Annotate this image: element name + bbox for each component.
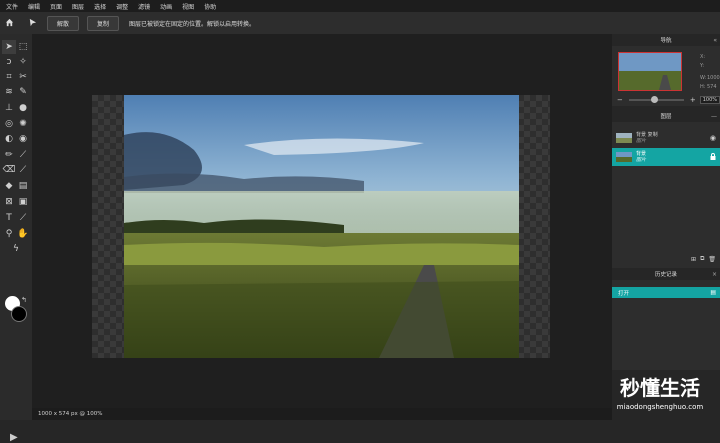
tool-panel: ➤ ⬚ ↄ ✧ ⌗ ✂ ≋ ✎ ⊥ ● ◎ ✺ ◐ ◉ ✏ ⟋ ⌫ ⟋ ◆ ▤ … [0, 34, 32, 443]
layers-title: 图层 [660, 114, 672, 120]
lasso-tool-icon[interactable]: ↄ [2, 55, 16, 69]
canvas-image[interactable] [124, 95, 519, 358]
shape-icon[interactable]: ⊠ [2, 195, 16, 209]
layer-row[interactable]: 背景 图片 [612, 148, 720, 166]
contrast-icon[interactable]: ◐ [2, 132, 16, 146]
pencil-icon[interactable]: ✏ [2, 148, 16, 162]
menu-bar: 文件 编辑 页面 图层 选择 调整 滤镜 动画 视图 协助 [0, 0, 720, 12]
trash-icon[interactable]: 🗑 [708, 256, 716, 263]
panel-collapse-icon[interactable]: « [713, 37, 717, 44]
home-icon[interactable] [5, 18, 14, 29]
play-icon[interactable]: ▶ [10, 432, 18, 443]
history-header: 历史记录 × [612, 268, 720, 280]
crop-tool-icon[interactable]: ⌗ [2, 70, 16, 84]
open-file-icon: ▤ [710, 289, 716, 296]
dodge-icon[interactable]: ◎ [2, 117, 16, 131]
w-label: W: [700, 75, 707, 81]
zoom-slider-handle[interactable] [650, 96, 658, 103]
eyedropper-icon[interactable]: ⟋ [16, 211, 30, 225]
gradient-icon[interactable]: ▤ [16, 179, 30, 193]
hand-icon[interactable]: ✋ [16, 227, 30, 241]
watermark: 秒懂生活 miaodongshenghuo.com [600, 370, 720, 420]
heal-tool-icon[interactable]: ✎ [16, 85, 30, 99]
layers-footer: ⊞ ⧉ 🗑 [612, 254, 720, 264]
bucket-icon[interactable]: ◆ [2, 179, 16, 193]
layer-thumbnail [616, 152, 632, 162]
scissors-icon[interactable]: ✂ [16, 70, 30, 84]
menu-help[interactable]: 协助 [204, 2, 216, 11]
text-tool-icon[interactable]: T [2, 211, 16, 225]
history-item[interactable]: 打开 ▤ [612, 287, 720, 298]
lock-message: 图层已被锁定在固定的位置。解锁以启用转换。 [129, 20, 256, 28]
sponge-icon[interactable]: ✺ [16, 117, 30, 131]
menu-adjust[interactable]: 调整 [116, 2, 128, 11]
watermark-url: miaodongshenghuo.com [616, 403, 704, 411]
x-label: X: [700, 54, 706, 60]
drop-icon[interactable]: ● [16, 101, 30, 115]
duplicate-button[interactable]: 复制 [87, 15, 120, 31]
w-value: 1000 [707, 75, 720, 81]
navigator-title: 导航 [660, 38, 672, 44]
panel-close-icon[interactable]: × [712, 271, 717, 278]
history-item-label: 打开 [618, 290, 630, 297]
target-icon[interactable]: ◉ [16, 132, 30, 146]
zoom-slider[interactable] [628, 96, 684, 103]
zoom-in-icon[interactable]: + [690, 96, 696, 104]
menu-animation[interactable]: 动画 [160, 2, 172, 11]
background-color[interactable] [11, 306, 27, 322]
zoom-out-icon[interactable]: − [617, 96, 623, 104]
navigator-panel: 导航 « X: Y: W: 1000 H: 574 − + 100% [612, 34, 720, 106]
brush-icon[interactable]: ⟋ [16, 148, 30, 162]
liquify-icon[interactable]: ≋ [2, 85, 16, 99]
history-panel: 历史记录 × [612, 268, 720, 370]
h-label: H: [700, 84, 706, 90]
layers-header: 图层 — [612, 110, 720, 122]
history-title: 历史记录 [654, 272, 677, 278]
shape-square-icon[interactable]: ▣ [16, 195, 30, 209]
menu-layer[interactable]: 图层 [72, 2, 84, 11]
menu-view[interactable]: 视图 [182, 2, 194, 11]
h-value: 574 [707, 84, 717, 90]
navigator-header: 导航 « [612, 34, 720, 46]
layer-thumbnail [616, 133, 632, 143]
menu-file[interactable]: 文件 [6, 2, 18, 11]
move-tool-icon[interactable]: ➤ [2, 40, 16, 54]
add-layer-icon[interactable]: ⊞ [691, 256, 696, 263]
navigator-thumbnail[interactable] [618, 52, 682, 91]
arrow-tool-icon[interactable] [28, 18, 37, 29]
image-info: 1000 x 574 px @ 100% [38, 411, 103, 417]
layer-type: 图片 [636, 138, 647, 144]
marquee-tool-icon[interactable]: ⬚ [16, 40, 30, 54]
duplicate-layer-icon[interactable]: ⧉ [700, 255, 704, 263]
status-bar: 1000 x 574 px @ 100% [32, 408, 612, 420]
menu-filter[interactable]: 滤镜 [138, 2, 150, 11]
lightning-icon[interactable]: ϟ [9, 242, 23, 256]
magic-wand-icon[interactable]: ✧ [16, 55, 30, 69]
dismiss-button[interactable]: 解散 [47, 15, 80, 31]
zoom-row: − + 100% [612, 94, 720, 106]
zoom-icon[interactable]: ⚲ [2, 227, 16, 241]
panel-menu-icon[interactable]: — [711, 113, 717, 120]
eye-icon[interactable]: ◉ [710, 134, 716, 142]
options-bar: 解散 复制 图层已被锁定在固定的位置。解锁以启用转换。 [0, 12, 720, 34]
watermark-title: 秒懂生活 [620, 376, 700, 400]
y-label: Y: [700, 63, 705, 69]
lock-icon[interactable] [710, 152, 716, 162]
layer-row[interactable]: 背景 复制 图片 ◉ [612, 129, 720, 147]
layers-panel: 图层 — 背景 复制 图片 ◉ 背景 图片 ⊞ ⧉ 🗑 [612, 110, 720, 268]
menu-page[interactable]: 页面 [50, 2, 62, 11]
eraser-icon[interactable]: ⌫ [2, 163, 16, 177]
stamp-tool-icon[interactable]: ⊥ [2, 101, 16, 115]
replace-color-icon[interactable]: ⟋ [16, 163, 30, 177]
menu-edit[interactable]: 编辑 [28, 2, 40, 11]
layer-type: 图片 [636, 157, 647, 163]
swap-colors-icon[interactable]: ↰ [21, 296, 27, 304]
menu-select[interactable]: 选择 [94, 2, 106, 11]
zoom-value[interactable]: 100% [699, 96, 720, 104]
